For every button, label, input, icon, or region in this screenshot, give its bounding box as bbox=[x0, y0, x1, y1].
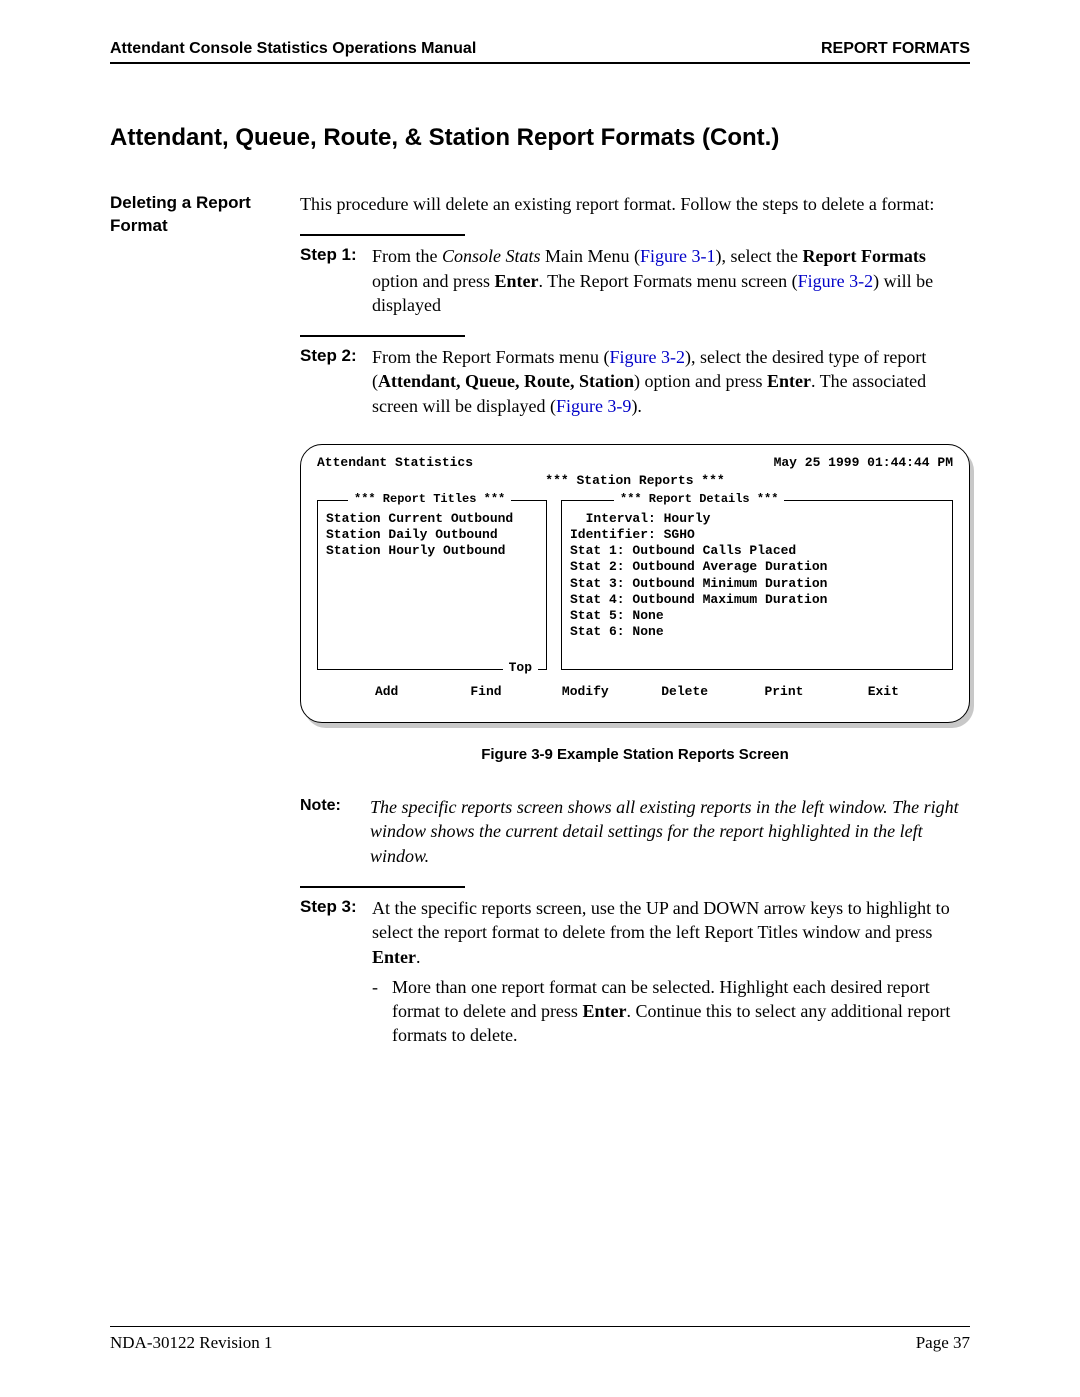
pane-legend: *** Report Titles *** bbox=[348, 492, 511, 507]
report-details-pane: *** Report Details *** Interval: Hourly … bbox=[561, 500, 953, 670]
detail-line: Stat 4: Outbound Maximum Duration bbox=[570, 592, 944, 608]
figure-caption: Figure 3-9 Example Station Reports Scree… bbox=[300, 745, 970, 765]
terminal-action-bar: Add Find Modify Delete Print Exit bbox=[317, 684, 953, 700]
step-label: Step 1: bbox=[300, 244, 372, 317]
sub-bullet: - More than one report format can be sel… bbox=[372, 975, 970, 1048]
detail-line: Stat 2: Outbound Average Duration bbox=[570, 559, 944, 575]
step-body: At the specific reports screen, use the … bbox=[372, 896, 970, 1048]
note-block: Note: The specific reports screen shows … bbox=[300, 795, 970, 868]
list-item: Station Hourly Outbound bbox=[326, 543, 538, 559]
terminal-action: Find bbox=[456, 684, 516, 700]
detail-line: Stat 3: Outbound Minimum Duration bbox=[570, 576, 944, 592]
step-3: Step 3: At the specific reports screen, … bbox=[300, 896, 970, 1048]
terminal-datetime: May 25 1999 01:44:44 PM bbox=[774, 455, 953, 471]
list-item: Station Current Outbound bbox=[326, 511, 538, 527]
pane-legend: *** Report Details *** bbox=[614, 492, 784, 507]
figure-link[interactable]: Figure 3-2 bbox=[798, 271, 874, 291]
step-body: From the Console Stats Main Menu (Figure… bbox=[372, 244, 970, 317]
figure-link[interactable]: Figure 3-2 bbox=[609, 347, 685, 367]
step-divider bbox=[300, 234, 465, 236]
step-divider bbox=[300, 335, 465, 337]
detail-line: Stat 6: None bbox=[570, 624, 944, 640]
pane-footer: Top bbox=[503, 660, 538, 676]
subsection-heading: Deleting a Report Format bbox=[110, 192, 300, 1058]
list-item: Station Daily Outbound bbox=[326, 527, 538, 543]
header-left: Attendant Console Statistics Operations … bbox=[110, 40, 476, 58]
step-label: Step 3: bbox=[300, 896, 372, 1048]
header-right: REPORT FORMATS bbox=[821, 40, 970, 58]
terminal-screen-title: *** Station Reports *** bbox=[317, 473, 953, 489]
terminal-action: Modify bbox=[555, 684, 615, 700]
note-text: The specific reports screen shows all ex… bbox=[370, 795, 970, 868]
terminal-app-title: Attendant Statistics bbox=[317, 455, 473, 471]
figure-link[interactable]: Figure 3-1 bbox=[640, 246, 716, 266]
terminal-action: Delete bbox=[655, 684, 715, 700]
step-divider bbox=[300, 886, 465, 888]
intro-paragraph: This procedure will delete an existing r… bbox=[300, 192, 970, 216]
terminal-action: Print bbox=[754, 684, 814, 700]
note-label: Note: bbox=[300, 795, 370, 868]
detail-line: Stat 5: None bbox=[570, 608, 944, 624]
page-header: Attendant Console Statistics Operations … bbox=[110, 40, 970, 64]
section-title: Attendant, Queue, Route, & Station Repor… bbox=[110, 124, 970, 152]
step-1: Step 1: From the Console Stats Main Menu… bbox=[300, 244, 970, 317]
terminal-screenshot: Attendant Statistics May 25 1999 01:44:4… bbox=[300, 444, 970, 723]
detail-line: Interval: Hourly bbox=[570, 511, 944, 527]
step-body: From the Report Formats menu (Figure 3-2… bbox=[372, 345, 970, 418]
terminal-action: Exit bbox=[853, 684, 913, 700]
detail-line: Stat 1: Outbound Calls Placed bbox=[570, 543, 944, 559]
footer-right: Page 37 bbox=[916, 1333, 970, 1353]
page-footer: NDA-30122 Revision 1 Page 37 bbox=[110, 1326, 970, 1353]
report-titles-pane: *** Report Titles *** Station Current Ou… bbox=[317, 500, 547, 670]
footer-left: NDA-30122 Revision 1 bbox=[110, 1333, 272, 1353]
detail-line: Identifier: SGHO bbox=[570, 527, 944, 543]
step-2: Step 2: From the Report Formats menu (Fi… bbox=[300, 345, 970, 418]
terminal-action: Add bbox=[357, 684, 417, 700]
step-label: Step 2: bbox=[300, 345, 372, 418]
figure-link[interactable]: Figure 3-9 bbox=[556, 396, 632, 416]
